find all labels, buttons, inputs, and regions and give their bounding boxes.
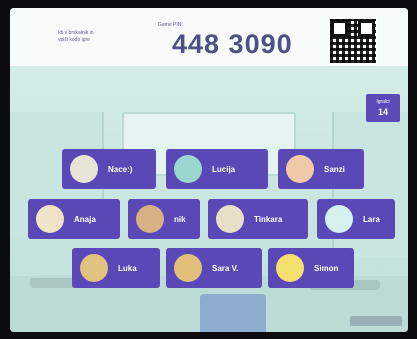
player-chip[interactable]: Nace:)	[62, 149, 156, 189]
join-header: Idi v brskalnik in vpiši kodo igre Game …	[10, 8, 408, 66]
player-count-label: Igralci	[376, 99, 390, 105]
join-instructions: Idi v brskalnik in vpiši kodo igre	[58, 30, 166, 44]
pirate-avatar-icon	[136, 205, 164, 233]
qr-code-icon	[328, 17, 378, 65]
player-name: Tinkara	[254, 214, 283, 224]
player-name: Luka	[118, 263, 137, 273]
corner-watermark	[350, 316, 402, 326]
game-lobby-screen: Idi v brskalnik in vpiši kodo igre Game …	[10, 8, 408, 332]
player-chip[interactable]: Lara	[317, 199, 395, 239]
player-name: Simon	[314, 263, 339, 273]
player-chip[interactable]: Lucija	[166, 149, 268, 189]
player-chip[interactable]: Anaja	[28, 199, 120, 239]
join-instruction-line: vpiši kodo igre	[58, 37, 90, 43]
player-name: Lucija	[212, 164, 236, 174]
ghost-avatar-icon	[325, 205, 353, 233]
game-pin-label: Game PIN:	[158, 22, 183, 28]
player-chip[interactable]: Simon	[268, 248, 354, 288]
chick-avatar-icon	[276, 254, 304, 282]
player-name: Sara V.	[212, 263, 239, 273]
viking-avatar-icon	[216, 205, 244, 233]
player-chip[interactable]: Sara V.	[166, 248, 262, 288]
player-chip[interactable]: Luka	[72, 248, 160, 288]
egg-avatar-icon	[70, 155, 98, 183]
player-name: Lara	[363, 214, 380, 224]
player-name: Nace:)	[108, 164, 133, 174]
teal-creature-avatar-icon	[174, 155, 202, 183]
player-name: Sanzi	[324, 164, 345, 174]
player-count-badge: Igralci 14	[366, 94, 400, 122]
game-pin: 448 3090	[172, 29, 293, 59]
background-figure	[200, 294, 266, 332]
bread-avatar-icon	[174, 254, 202, 282]
player-count-value: 14	[377, 107, 388, 117]
player-chip[interactable]: Sanzi	[278, 149, 364, 189]
cowboy-avatar-icon	[80, 254, 108, 282]
player-name: Anaja	[74, 214, 96, 224]
join-instruction-line: Idi v brskalnik in	[58, 30, 94, 36]
player-chip[interactable]: nik	[128, 199, 200, 239]
egg-avatar-icon	[36, 205, 64, 233]
dragon-avatar-icon	[286, 155, 314, 183]
player-name: nik	[174, 214, 186, 224]
player-chip[interactable]: Tinkara	[208, 199, 308, 239]
